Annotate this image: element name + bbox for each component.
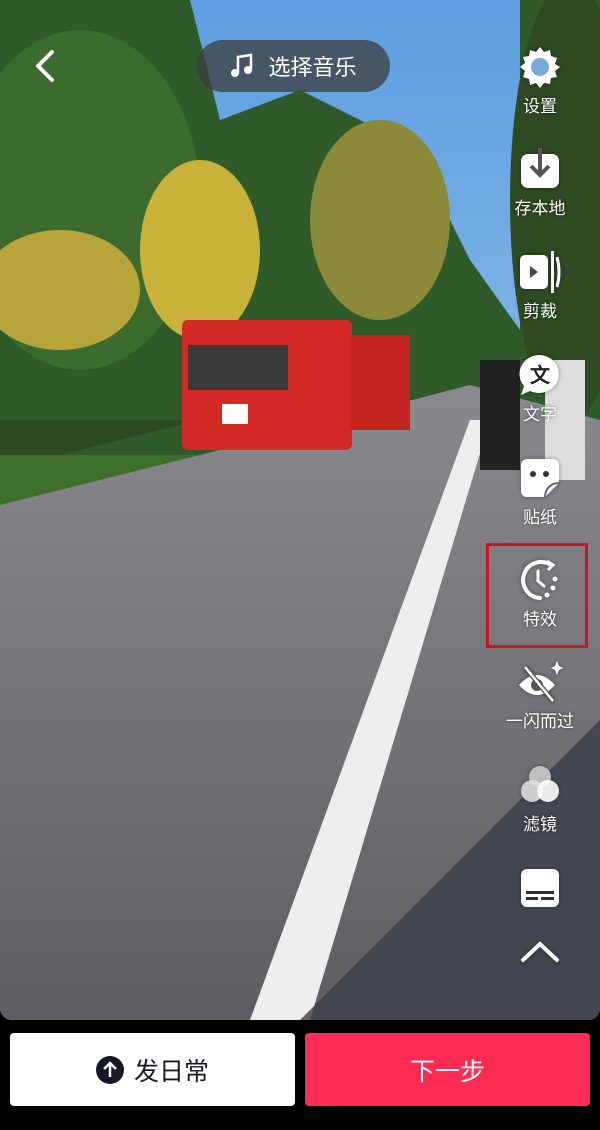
- chevron-left-icon: [36, 50, 54, 82]
- post-daily-label: 发日常: [133, 1056, 209, 1086]
- tool-label: 文字: [523, 405, 557, 425]
- tool-caption[interactable]: [495, 865, 585, 911]
- post-daily-button[interactable]: 发日常: [10, 1033, 295, 1106]
- back-button[interactable]: [28, 48, 64, 84]
- eye-off-sparkle-icon: [519, 661, 563, 703]
- tool-label: 存本地: [514, 199, 566, 219]
- tool-sticker[interactable]: 贴纸: [495, 455, 585, 528]
- tool-label: 剪裁: [523, 302, 557, 322]
- next-step-button[interactable]: 下一步: [305, 1033, 590, 1106]
- expand-toolbar-button[interactable]: [495, 930, 585, 976]
- highlight-box: [486, 543, 588, 648]
- tool-filter[interactable]: 滤镜: [495, 762, 585, 835]
- caption-icon: [521, 869, 559, 907]
- filter-circles-icon: [521, 766, 559, 802]
- tool-label: 贴纸: [523, 508, 557, 528]
- tool-settings[interactable]: 设置: [495, 44, 585, 117]
- tool-label: 滤镜: [523, 815, 557, 835]
- sticker-icon: [521, 459, 560, 498]
- gear-icon: [520, 47, 560, 88]
- text-bubble-icon: 文: [519, 354, 559, 395]
- music-note-icon: [231, 53, 253, 77]
- select-music-button[interactable]: 选择音乐: [197, 40, 390, 92]
- next-step-label: 下一步: [409, 1056, 485, 1086]
- arrow-up-circle-icon: [95, 1055, 124, 1084]
- tool-trim[interactable]: 剪裁: [495, 249, 585, 322]
- download-icon: [521, 148, 559, 188]
- tool-label: 设置: [523, 97, 557, 117]
- tool-text[interactable]: 文 文字: [495, 352, 585, 425]
- tool-save-local[interactable]: 存本地: [495, 146, 585, 219]
- svg-text:文: 文: [530, 363, 551, 387]
- tool-label: 一闪而过: [506, 712, 574, 732]
- tool-flash[interactable]: 一闪而过: [495, 659, 585, 732]
- music-label: 选择音乐: [268, 56, 357, 81]
- chevron-up-icon: [521, 941, 559, 962]
- trim-icon: [520, 251, 561, 293]
